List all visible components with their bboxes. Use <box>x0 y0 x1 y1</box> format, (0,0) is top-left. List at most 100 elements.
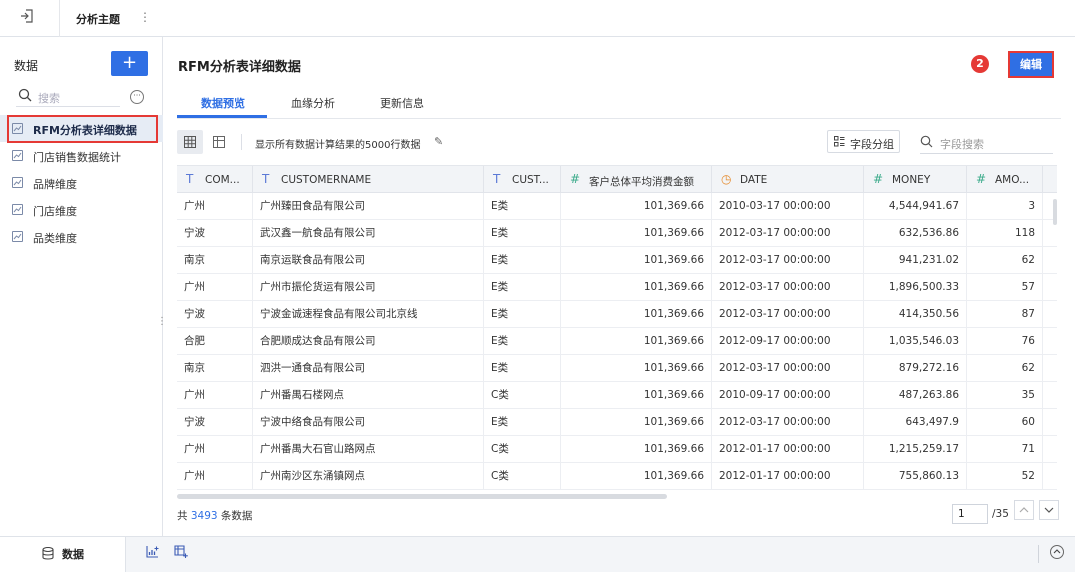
table-cell: E类 <box>484 274 561 301</box>
table-cell: 1,035,546.03 <box>864 328 967 355</box>
table-cell: 52 <box>967 463 1043 490</box>
active-tab-indicator <box>177 115 267 118</box>
exit-icon[interactable] <box>20 9 40 27</box>
field-search-placeholder: 字段搜索 <box>940 138 984 151</box>
tab-data-preview[interactable]: 数据预览 <box>201 95 245 111</box>
collapse-panel-icon[interactable] <box>1050 545 1064 559</box>
table-cell: 2010-03-17 00:00:00 <box>712 193 864 220</box>
bottom-bar: 数据 <box>0 536 1075 572</box>
page-number-input[interactable]: 1 <box>952 504 988 524</box>
table-cell: 南京 <box>177 355 253 382</box>
table-row[interactable]: 广州 广州南沙区东涌镇网点 C类 101,369.66 2012-01-17 00:00… <box>177 463 1057 490</box>
table-cell: 101,369.66 <box>561 193 712 220</box>
table-cell: 57 <box>967 274 1043 301</box>
vertical-scrollbar[interactable] <box>1053 199 1057 225</box>
table-cell: 南京 <box>177 247 253 274</box>
table-cell: 101,369.66 <box>561 274 712 301</box>
table-cell: 76 <box>967 328 1043 355</box>
table-cell: C类 <box>484 436 561 463</box>
more-icon[interactable]: ⋮ <box>139 10 151 24</box>
column-header[interactable]: ◷ DATE <box>712 166 864 193</box>
tab-update-info[interactable]: 更新信息 <box>380 95 424 111</box>
column-header[interactable]: # AMO... <box>967 166 1043 193</box>
sidebar-search-placeholder: 搜索 <box>38 92 60 105</box>
column-header-label: CUST... <box>512 174 549 186</box>
sidebar-item-label: 门店维度 <box>33 205 77 218</box>
bottom-tab-data[interactable]: 数据 <box>0 537 126 572</box>
sidebar-item-category[interactable]: 品类维度 <box>0 223 163 250</box>
layout-icon[interactable] <box>213 136 225 148</box>
table-cell: 广州 <box>177 382 253 409</box>
column-header-label: 客户总体平均消费金额 <box>589 176 694 188</box>
table-cell: 487,263.86 <box>864 382 967 409</box>
dataset-chart-icon <box>12 204 23 215</box>
grid-view-button[interactable] <box>177 130 203 154</box>
table-cell: 60 <box>967 409 1043 436</box>
edit-pencil-icon[interactable]: ✎ <box>434 135 443 148</box>
table-cell: 101,369.66 <box>561 301 712 328</box>
dataset-chart-icon <box>12 150 23 161</box>
table-cell: 643,497.9 <box>864 409 967 436</box>
chevron-down-icon <box>1044 507 1054 513</box>
edit-button[interactable]: 编辑 <box>1008 51 1054 78</box>
table-cell: 71 <box>967 436 1043 463</box>
divider <box>1038 545 1039 563</box>
table-header: T COM... T CUSTOMERNAME T CUST... # 客户总体… <box>177 166 1057 193</box>
divider <box>59 0 60 37</box>
table-cell: 2012-03-17 00:00:00 <box>712 247 864 274</box>
total-number: 3493 <box>190 510 218 522</box>
table-cell: E类 <box>484 247 561 274</box>
table-cell: 泗洪一通食品有限公司 <box>253 355 484 382</box>
table-row[interactable]: 宁波 宁波中络食品有限公司 E类 101,369.66 2012-03-17 00:00… <box>177 409 1057 436</box>
table-cell: 1,215,259.17 <box>864 436 967 463</box>
sidebar-item-brand[interactable]: 品牌维度 <box>0 169 163 196</box>
prev-page-button[interactable] <box>1014 500 1034 520</box>
add-data-button[interactable]: + <box>111 51 148 76</box>
tab-lineage[interactable]: 血缘分析 <box>291 95 335 111</box>
data-table: T COM... T CUSTOMERNAME T CUST... # 客户总体… <box>177 165 1057 495</box>
table-row[interactable]: 宁波 宁波金诚速程食品有限公司北京线 E类 101,369.66 2012-03-17 … <box>177 301 1057 328</box>
table-row[interactable]: 合肥 合肥顺成达食品有限公司 E类 101,369.66 2012-09-17 00:0… <box>177 328 1057 355</box>
table-cell: 合肥 <box>177 328 253 355</box>
table-cell: 941,231.02 <box>864 247 967 274</box>
table-cell: 2012-03-17 00:00:00 <box>712 274 864 301</box>
divider <box>241 134 242 150</box>
field-group-button[interactable]: 字段分组 <box>827 130 900 153</box>
field-group-icon <box>834 136 845 147</box>
top-bar: 分析主题 ⋮ <box>0 0 1075 37</box>
table-cell: 35 <box>967 382 1043 409</box>
column-header[interactable]: T CUST... <box>484 166 561 193</box>
column-header[interactable]: # MONEY <box>864 166 967 193</box>
column-header[interactable]: T CUSTOMERNAME <box>253 166 484 193</box>
table-cell: 宁波中络食品有限公司 <box>253 409 484 436</box>
table-cell: 宁波金诚速程食品有限公司北京线 <box>253 301 484 328</box>
table-cell: 414,350.56 <box>864 301 967 328</box>
table-row[interactable]: 南京 泗洪一通食品有限公司 E类 101,369.66 2012-03-17 00:00… <box>177 355 1057 382</box>
column-header[interactable]: # 客户总体平均消费金额 <box>561 166 712 193</box>
callout-badge-2: 2 <box>971 55 989 73</box>
table-row[interactable]: 南京 南京运联食品有限公司 E类 101,369.66 2012-03-17 00:00… <box>177 247 1057 274</box>
horizontal-scrollbar[interactable] <box>177 494 667 499</box>
table-row[interactable]: 宁波 武汉鑫一航食品有限公司 E类 101,369.66 2012-03-17 00:0… <box>177 220 1057 247</box>
add-chart-icon[interactable] <box>146 545 160 559</box>
table-cell: 广州臻田食品有限公司 <box>253 193 484 220</box>
app-title: 分析主题 <box>76 13 120 26</box>
more-options-icon[interactable]: ··· <box>130 90 144 104</box>
row-limit-info: 显示所有数据计算结果的5000行数据 <box>255 140 421 151</box>
text-type-icon: T <box>493 172 501 186</box>
column-header[interactable]: T COM... <box>177 166 253 193</box>
field-search-input[interactable]: 字段搜索 <box>920 130 1053 154</box>
add-table-icon[interactable] <box>174 545 188 559</box>
table-cell: 1,896,500.33 <box>864 274 967 301</box>
table-row[interactable]: 广州 广州番禺石楼网点 C类 101,369.66 2010-09-17 00:00:0… <box>177 382 1057 409</box>
sidebar-search[interactable]: 搜索 <box>16 87 120 107</box>
table-row[interactable]: 广州 广州番禺大石官山路网点 C类 101,369.66 2012-01-17 00:0… <box>177 436 1057 463</box>
bottom-tab-label: 数据 <box>62 548 84 561</box>
table-cell: 101,369.66 <box>561 355 712 382</box>
sidebar-item-store-sales[interactable]: 门店销售数据统计 <box>0 142 163 169</box>
next-page-button[interactable] <box>1039 500 1059 520</box>
sidebar-item-store[interactable]: 门店维度 <box>0 196 163 223</box>
table-cell: 2012-03-17 00:00:00 <box>712 409 864 436</box>
table-row[interactable]: 广州 广州臻田食品有限公司 E类 101,369.66 2010-03-17 00:00… <box>177 193 1057 220</box>
table-row[interactable]: 广州 广州市振伦货运有限公司 E类 101,369.66 2012-03-17 00:0… <box>177 274 1057 301</box>
